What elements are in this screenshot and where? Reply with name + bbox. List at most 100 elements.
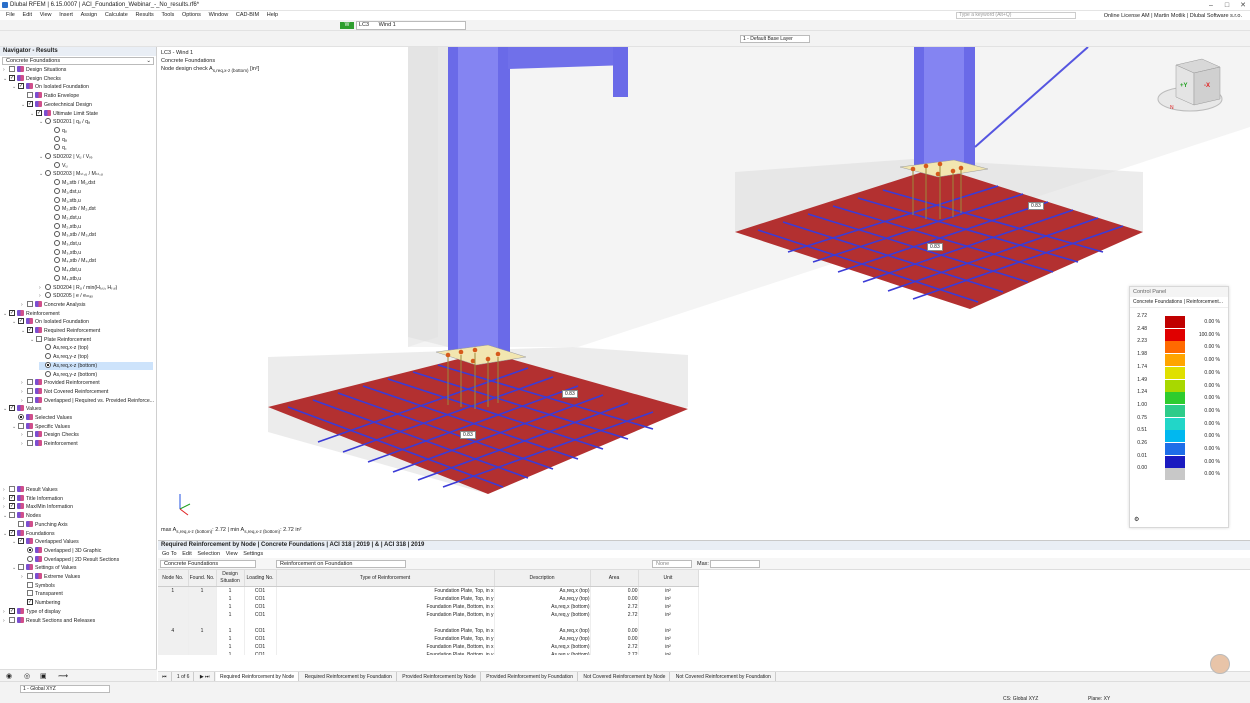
radio-button[interactable] [45,353,51,360]
tree-item[interactable]: As,req,y-z (bottom) [39,370,153,380]
menu-insert[interactable]: Insert [59,11,73,20]
menu-cad-bim[interactable]: CAD-BIM [236,11,259,20]
addon-select[interactable]: Concrete Foundations [160,560,256,568]
checkbox[interactable] [9,607,15,614]
column-header[interactable]: Found. No. [188,570,217,587]
radio-button[interactable] [45,344,51,351]
checkbox[interactable] [27,396,33,403]
load-case-select[interactable]: LC3 Wind 1 [356,21,466,30]
radio-button[interactable] [45,292,51,299]
tree-item[interactable]: Transparent [21,590,153,599]
menu-results[interactable]: Results [135,11,153,20]
tree-item[interactable]: As,req,x-z (bottom) [39,361,153,371]
radio-button[interactable] [54,266,60,273]
menu-view[interactable]: View [40,11,52,20]
tree-item[interactable]: M₃,stb / M₃,dst [48,231,153,240]
tree-item[interactable]: ⌄ SD0201 | qᵤ / qₐ [39,118,153,127]
checkbox[interactable] [18,422,24,429]
checkbox[interactable] [9,503,15,510]
tree-item[interactable]: ⌄Geotechnical Design [21,100,153,110]
table-row[interactable]: 1 CO1 Foundation Plate, Top, in y As,req,y … [158,594,699,603]
tree-item[interactable]: › Design Situations [3,66,153,75]
tree-item[interactable]: ›Title Information [3,494,153,504]
filter-select[interactable]: None [652,560,692,568]
table-scroll[interactable]: Node No. Found. No. Design Situation Loadin… [158,570,1250,655]
radio-button[interactable] [54,135,60,142]
checkbox[interactable] [27,431,33,438]
checkbox[interactable] [27,387,33,394]
radio-button[interactable] [54,196,60,203]
menu-goto[interactable]: Go To [162,550,177,558]
maximize-icon[interactable]: □ [1220,1,1234,10]
radio-button[interactable] [54,274,60,281]
tree-item[interactable]: M₃,dst,u [48,240,153,249]
tree-item[interactable]: M₂,dst,u [48,213,153,223]
checkbox[interactable] [27,581,33,588]
radio-button[interactable] [54,240,60,246]
tree-item[interactable]: › Design Checks [21,431,153,440]
tree-item[interactable]: › Concrete Analysis [21,300,153,310]
tree-item[interactable]: ⌄Required Reinforcement [21,327,153,336]
column-header[interactable]: Design Situation [216,570,245,587]
table-row[interactable]: 1 CO1 Foundation Plate, Top, in y As,req,y … [158,634,699,643]
checkbox[interactable] [27,440,33,447]
tree-item[interactable]: M₂,stb,u [48,222,153,232]
radio-button[interactable] [45,153,51,159]
column-header[interactable]: Type of Reinforcement [276,570,495,587]
column-header[interactable]: Description [494,570,591,587]
checkbox[interactable] [9,616,15,623]
tree-item[interactable]: ⌄Reinforcement [3,309,153,319]
radio-button[interactable] [27,546,33,553]
radio-button[interactable] [45,118,51,125]
tree-item[interactable]: Vᵤ [48,161,153,171]
checkbox[interactable] [27,573,33,579]
legend-settings-icon[interactable]: ⚙ [1134,516,1139,523]
radio-button[interactable] [54,257,60,264]
radio-button[interactable] [54,179,60,186]
avatar[interactable] [1210,654,1230,674]
table-row[interactable]: 1 CO1 Foundation Plate, Bottom, in x As,req… [158,602,699,611]
tree-item[interactable]: M₃,stb,u [48,248,153,258]
radio-button[interactable] [18,414,24,420]
tree-item[interactable]: qᵤ [48,126,153,136]
views-icon[interactable]: ▣ [40,672,47,680]
radio-button[interactable] [54,161,60,168]
tree-item[interactable]: ⌄Foundations [3,529,153,539]
tree-item[interactable]: › Provided Reinforcement [21,379,153,388]
tree-item[interactable]: ⌄ Settings of Values [12,564,153,573]
radio-button[interactable] [27,555,33,562]
radio-button[interactable] [54,231,60,238]
tree-item[interactable]: ⌄ Nodes [3,512,153,521]
menu-options[interactable]: Options [182,11,201,20]
tree-item[interactable]: M₄,stb / M₄,dst [48,257,153,266]
tree-item[interactable]: q꜀ [48,144,153,153]
3d-viewport[interactable]: +Y -X N 0.83 0.83 0.83 0.83 LC3 - Wind 1… [158,47,1250,538]
tree-item[interactable]: ›Max/Min Information [3,503,153,512]
tree-item[interactable]: › Overlapped | Required vs. Provided Rein… [21,396,154,406]
checkbox[interactable] [27,599,33,606]
menu-selection[interactable]: Selection [197,550,220,558]
column-header[interactable]: Unit [638,570,699,587]
max-input[interactable] [710,560,760,568]
checkbox[interactable] [27,327,33,333]
checkbox[interactable] [9,512,15,519]
tree-item[interactable]: › Extreme Values [21,573,153,582]
radio-button[interactable] [54,213,60,220]
table-row[interactable]: 1 CO1 Foundation Plate, Bottom, in y As,req… [158,650,699,655]
checkbox[interactable] [9,74,15,81]
checkbox[interactable] [36,335,42,342]
menu-tools[interactable]: Tools [161,11,174,20]
checkbox[interactable] [18,318,24,325]
tree-item[interactable]: Symbols [21,581,153,591]
tree-item[interactable]: M₁,dst,u [48,187,153,197]
radio-button[interactable] [54,248,60,255]
tree-item[interactable]: › Result Values [3,486,153,495]
result-type-select[interactable]: Reinforcement on Foundation [276,560,406,568]
tree-item[interactable]: ⌄ Plate Reinforcement [30,335,153,345]
tree-item[interactable]: ⌄Design Checks [3,74,153,84]
tree-item[interactable]: ⌄Overlapped Values [12,538,153,547]
tree-item[interactable]: ›Type of display [3,607,153,617]
tree-item[interactable]: As,req,y-z (top) [39,353,153,362]
menu-edit[interactable]: Edit [23,11,32,20]
tree-item[interactable]: qₐ [48,135,153,145]
